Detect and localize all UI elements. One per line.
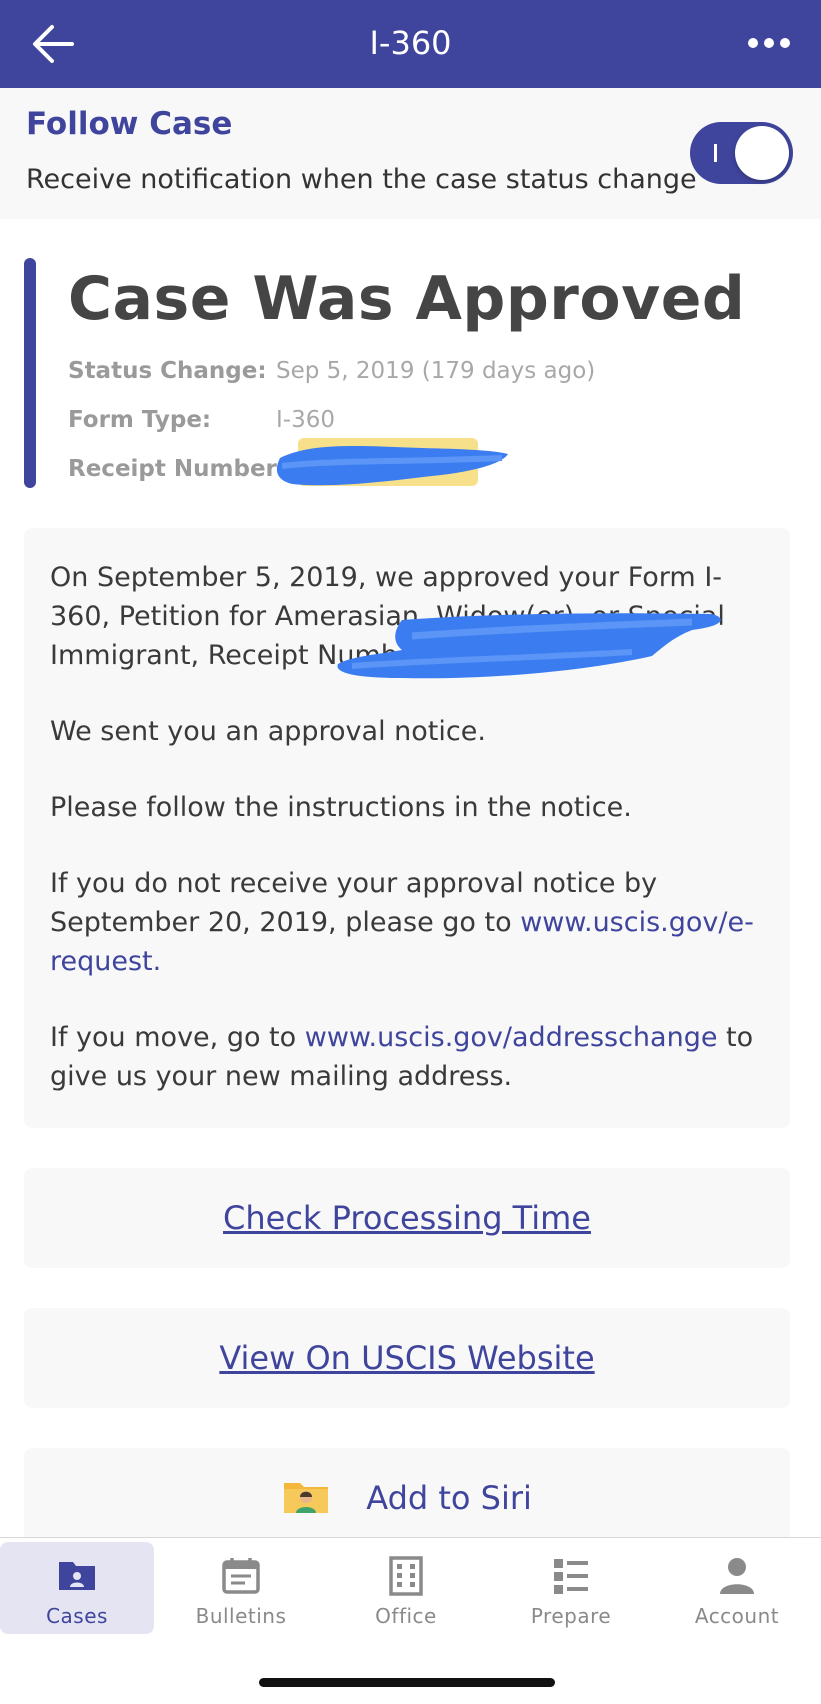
receipt-number-label: Receipt Number:	[68, 456, 287, 482]
check-processing-time-label: Check Processing Time	[223, 1199, 591, 1237]
follow-case-section: Follow Case Receive notification when th…	[0, 88, 821, 219]
check-processing-time-button[interactable]: Check Processing Time	[24, 1168, 790, 1268]
status-change-value: Sep 5, 2019 (179 days ago)	[276, 358, 596, 384]
tab-account[interactable]: Account	[660, 1542, 814, 1634]
receipt-number-redaction	[276, 438, 508, 486]
briefcase-icon	[59, 1562, 95, 1590]
tab-cases[interactable]: Cases	[0, 1542, 154, 1634]
toggle-knob	[735, 126, 789, 180]
home-indicator	[259, 1678, 555, 1687]
tab-office-label: Office	[375, 1604, 437, 1628]
message-follow-instructions: Please follow the instructions in the no…	[50, 792, 632, 823]
address-change-link[interactable]: www.uscis.gov/addresschange	[305, 1022, 718, 1053]
tab-prepare[interactable]: Prepare	[494, 1542, 648, 1634]
calendar-icon	[222, 1558, 260, 1594]
person-icon	[720, 1558, 754, 1594]
tab-cases-label: Cases	[46, 1604, 108, 1628]
more-options-icon[interactable]	[747, 28, 791, 58]
message-receipt-redaction	[337, 613, 721, 679]
toggle-on-indicator	[714, 144, 717, 162]
status-change-label: Status Change:	[68, 358, 267, 384]
form-type-value: I-360	[276, 407, 335, 433]
view-on-uscis-website-button[interactable]: View On USCIS Website	[24, 1308, 790, 1408]
app-screen: I-360 Follow Case Receive notification w…	[0, 0, 821, 1704]
follow-case-title: Follow Case	[26, 106, 233, 142]
form-type-label: Form Type:	[68, 407, 212, 433]
building-icon	[389, 1556, 423, 1596]
tab-office[interactable]: Office	[329, 1542, 483, 1634]
folder-person-icon	[284, 1483, 329, 1513]
message-not-received-paragraph: If you do not receive your approval noti…	[50, 864, 764, 981]
case-message-box: On September 5, 2019, we approved your F…	[24, 528, 790, 1128]
message-address-change-paragraph: If you move, go to www.uscis.gov/address…	[50, 1018, 764, 1096]
case-status-block: Case Was Approved Status Change: Sep 5, …	[24, 258, 804, 488]
nav-header: I-360	[0, 0, 821, 88]
list-icon	[554, 1559, 588, 1594]
follow-case-toggle[interactable]	[690, 122, 793, 184]
tab-bulletins-label: Bulletins	[195, 1604, 287, 1628]
add-to-siri-label: Add to Siri	[366, 1479, 532, 1517]
page-title: I-360	[369, 24, 452, 62]
add-to-siri-button[interactable]: Add to Siri	[24, 1448, 790, 1548]
status-accent-bar	[24, 258, 36, 488]
case-status-heading: Case Was Approved	[68, 264, 746, 334]
tab-prepare-label: Prepare	[530, 1604, 612, 1628]
message-address-change-text: If you move, go to	[50, 1022, 305, 1053]
view-on-uscis-website-label: View On USCIS Website	[219, 1339, 595, 1377]
message-notice-sent: We sent you an approval notice.	[50, 716, 486, 747]
tab-account-label: Account	[694, 1604, 780, 1628]
follow-case-description: Receive notification when the case statu…	[26, 164, 697, 195]
tab-bulletins[interactable]: Bulletins	[164, 1542, 318, 1634]
